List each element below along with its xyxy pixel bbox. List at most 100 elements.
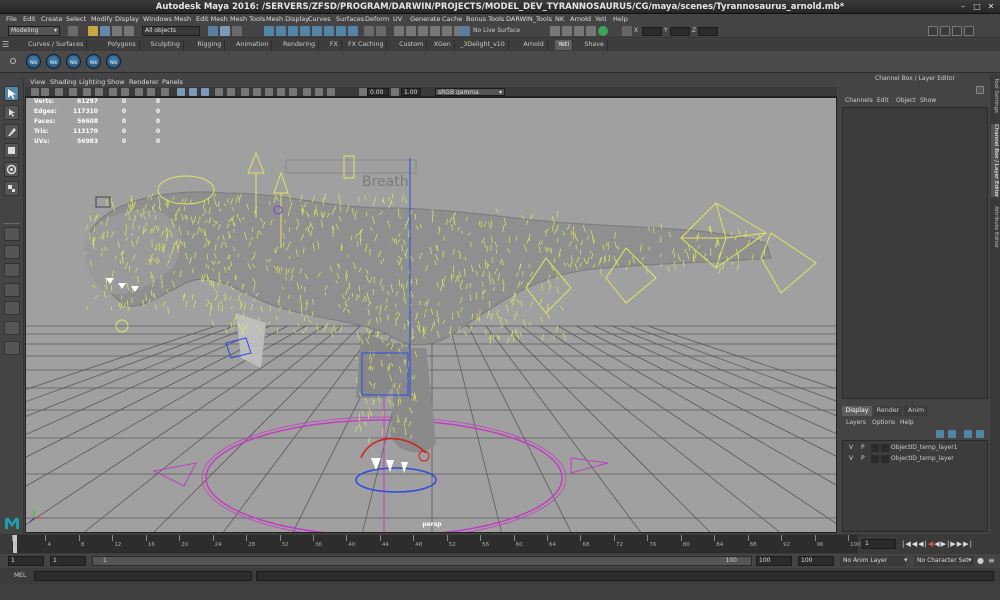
channel-box-menu-channels[interactable]: Channels [845,96,873,106]
layer-menu-layers[interactable]: Layers [846,418,866,428]
layer-type-box[interactable] [871,444,879,452]
image-plane-icon[interactable] [69,88,77,96]
gamma-icon[interactable] [391,88,399,96]
viewport-menu-show[interactable]: Show [107,77,125,87]
animation-preferences-icon[interactable]: ≡ [988,556,998,566]
viewport-menu-lighting[interactable]: Lighting [79,77,105,87]
yeti-shelf-button[interactable]: Yeti [46,54,61,69]
time-slider-track[interactable] [12,535,858,553]
chevron-down-icon[interactable]: ▾ [904,556,912,566]
gate-mask-icon[interactable] [121,88,129,96]
playback-controls[interactable]: |◀◀◀|◀◀▶|▶▶▶| [902,539,973,549]
color-space-dropdown[interactable]: sRGB gamma ▾ [435,88,505,96]
select-by-hierarchy-icon[interactable] [208,26,218,36]
snap-grid-icon[interactable] [264,26,274,36]
tweak-icon[interactable] [586,26,596,36]
snap-projected-icon[interactable] [300,26,310,36]
shelf-tab-sculpting[interactable]: Sculpting [148,40,184,50]
render-current-frame-icon[interactable] [394,26,404,36]
textured-icon[interactable] [201,88,209,96]
safe-title-icon[interactable] [161,88,169,96]
menu-deform[interactable]: Deform [365,14,389,24]
depth-of-field-icon[interactable] [277,88,285,96]
viewport-menu-shading[interactable]: Shading [50,77,76,87]
motion-blur-icon[interactable] [253,88,261,96]
render-view-icon[interactable] [442,26,452,36]
menu-bonus-tools[interactable]: Bonus Tools [466,14,504,24]
character-set-dropdown[interactable]: No Character Set [914,556,974,566]
layer-menu-help[interactable]: Help [900,418,914,428]
snap-curve-icon[interactable] [276,26,286,36]
playback-start-field[interactable]: 1 [50,556,86,566]
float-panel-icon[interactable] [976,86,984,94]
menu-create[interactable]: Create [41,14,63,24]
history-icon[interactable] [364,26,374,36]
move-layer-down-icon[interactable] [948,430,956,438]
menu-surfaces[interactable]: Surfaces [336,14,364,24]
shelf-tab-animation[interactable]: Animation [233,40,273,50]
layer-visibility-toggle[interactable]: V [849,443,853,453]
anim-layer-dropdown[interactable]: No Anim Layer [840,556,906,566]
undo-icon[interactable] [112,26,122,36]
channel-list[interactable] [842,107,988,399]
resolution-gate-icon[interactable] [109,88,117,96]
move-tool-icon[interactable] [4,143,19,158]
menu-darwin-tools[interactable]: DARWIN_Tools [506,14,552,24]
menu-generate[interactable]: Generate [410,14,440,24]
menu-curves[interactable]: Curves [308,14,331,24]
minimize-icon[interactable]: – [958,2,968,12]
menu-cache[interactable]: Cache [442,14,462,24]
range-slider[interactable]: 1 100 [92,556,752,566]
wireframe-icon[interactable] [177,88,185,96]
input-output-icon[interactable] [376,26,386,36]
toggle-tool-settings-icon[interactable] [952,26,962,36]
soft-select-icon[interactable] [562,26,572,36]
shelf-tab-custom[interactable]: Custom [396,40,428,50]
select-by-object-icon[interactable] [220,26,230,36]
layer-name[interactable]: ObjectID_temp_layer [891,454,954,464]
shelf-tab-rigging[interactable]: Rigging [194,40,226,50]
shelf-tab--3delight-v10[interactable]: _3Delight_v10 [457,40,509,50]
yeti-shelf-button[interactable]: Yeti [66,54,81,69]
scale-tool-icon[interactable] [4,181,19,196]
chevron-down-icon[interactable]: ▾ [968,556,976,566]
menu-arnold[interactable]: Arnold [570,14,591,24]
layer-menu-options[interactable]: Options [872,418,895,428]
ipr-render-icon[interactable] [406,26,416,36]
toggle-channel-box-icon[interactable] [964,26,974,36]
outliner-layout-icon[interactable] [4,341,20,355]
menu-windows[interactable]: Windows [143,14,172,24]
snap-view-plane-icon[interactable] [312,26,322,36]
animation-start-field[interactable]: 1 [8,556,44,566]
step-back-icon[interactable]: ◀| [918,540,928,548]
exposure-icon[interactable] [359,88,367,96]
command-input[interactable] [34,571,252,581]
film-gate-icon[interactable] [95,88,103,96]
shelf-options-icon[interactable] [10,58,16,64]
shelf-tab-arnold[interactable]: Arnold [520,40,548,50]
safe-action-icon[interactable] [147,88,155,96]
current-frame-field[interactable]: 1 [862,539,896,549]
z-field[interactable] [698,27,718,36]
yeti-shelf-button[interactable]: Yeti [86,54,101,69]
maximize-icon[interactable]: □ [972,2,982,12]
step-forward-icon[interactable]: |▶ [947,540,957,548]
toggle-attribute-editor-icon[interactable] [940,26,950,36]
shelf-tab-fx[interactable]: FX [327,40,342,50]
shelf-settings-icon[interactable]: ☰ [2,40,12,50]
auto-key-icon[interactable]: ● [977,556,987,566]
snap-point-icon[interactable] [288,26,298,36]
yeti-shelf-button[interactable]: Yeti [106,54,121,69]
isolate-select-icon[interactable] [289,88,297,96]
persp-graph-layout-icon[interactable] [4,283,20,297]
tool-settings-tab[interactable]: Tool Settings [991,78,999,113]
new-layer-from-selection-icon[interactable] [976,430,984,438]
lasso-tool-icon[interactable] [4,105,19,120]
shelf-tab-fx-caching[interactable]: FX Caching [345,40,388,50]
go-to-end-icon[interactable]: ▶▶| [957,540,973,548]
rotate-tool-icon[interactable] [4,162,19,177]
shelf-tab-polygons[interactable]: Polygons [105,40,140,50]
magnet-icon[interactable] [348,26,358,36]
lock-camera-icon[interactable] [41,88,49,96]
single-perspective-layout-icon[interactable] [4,227,20,241]
